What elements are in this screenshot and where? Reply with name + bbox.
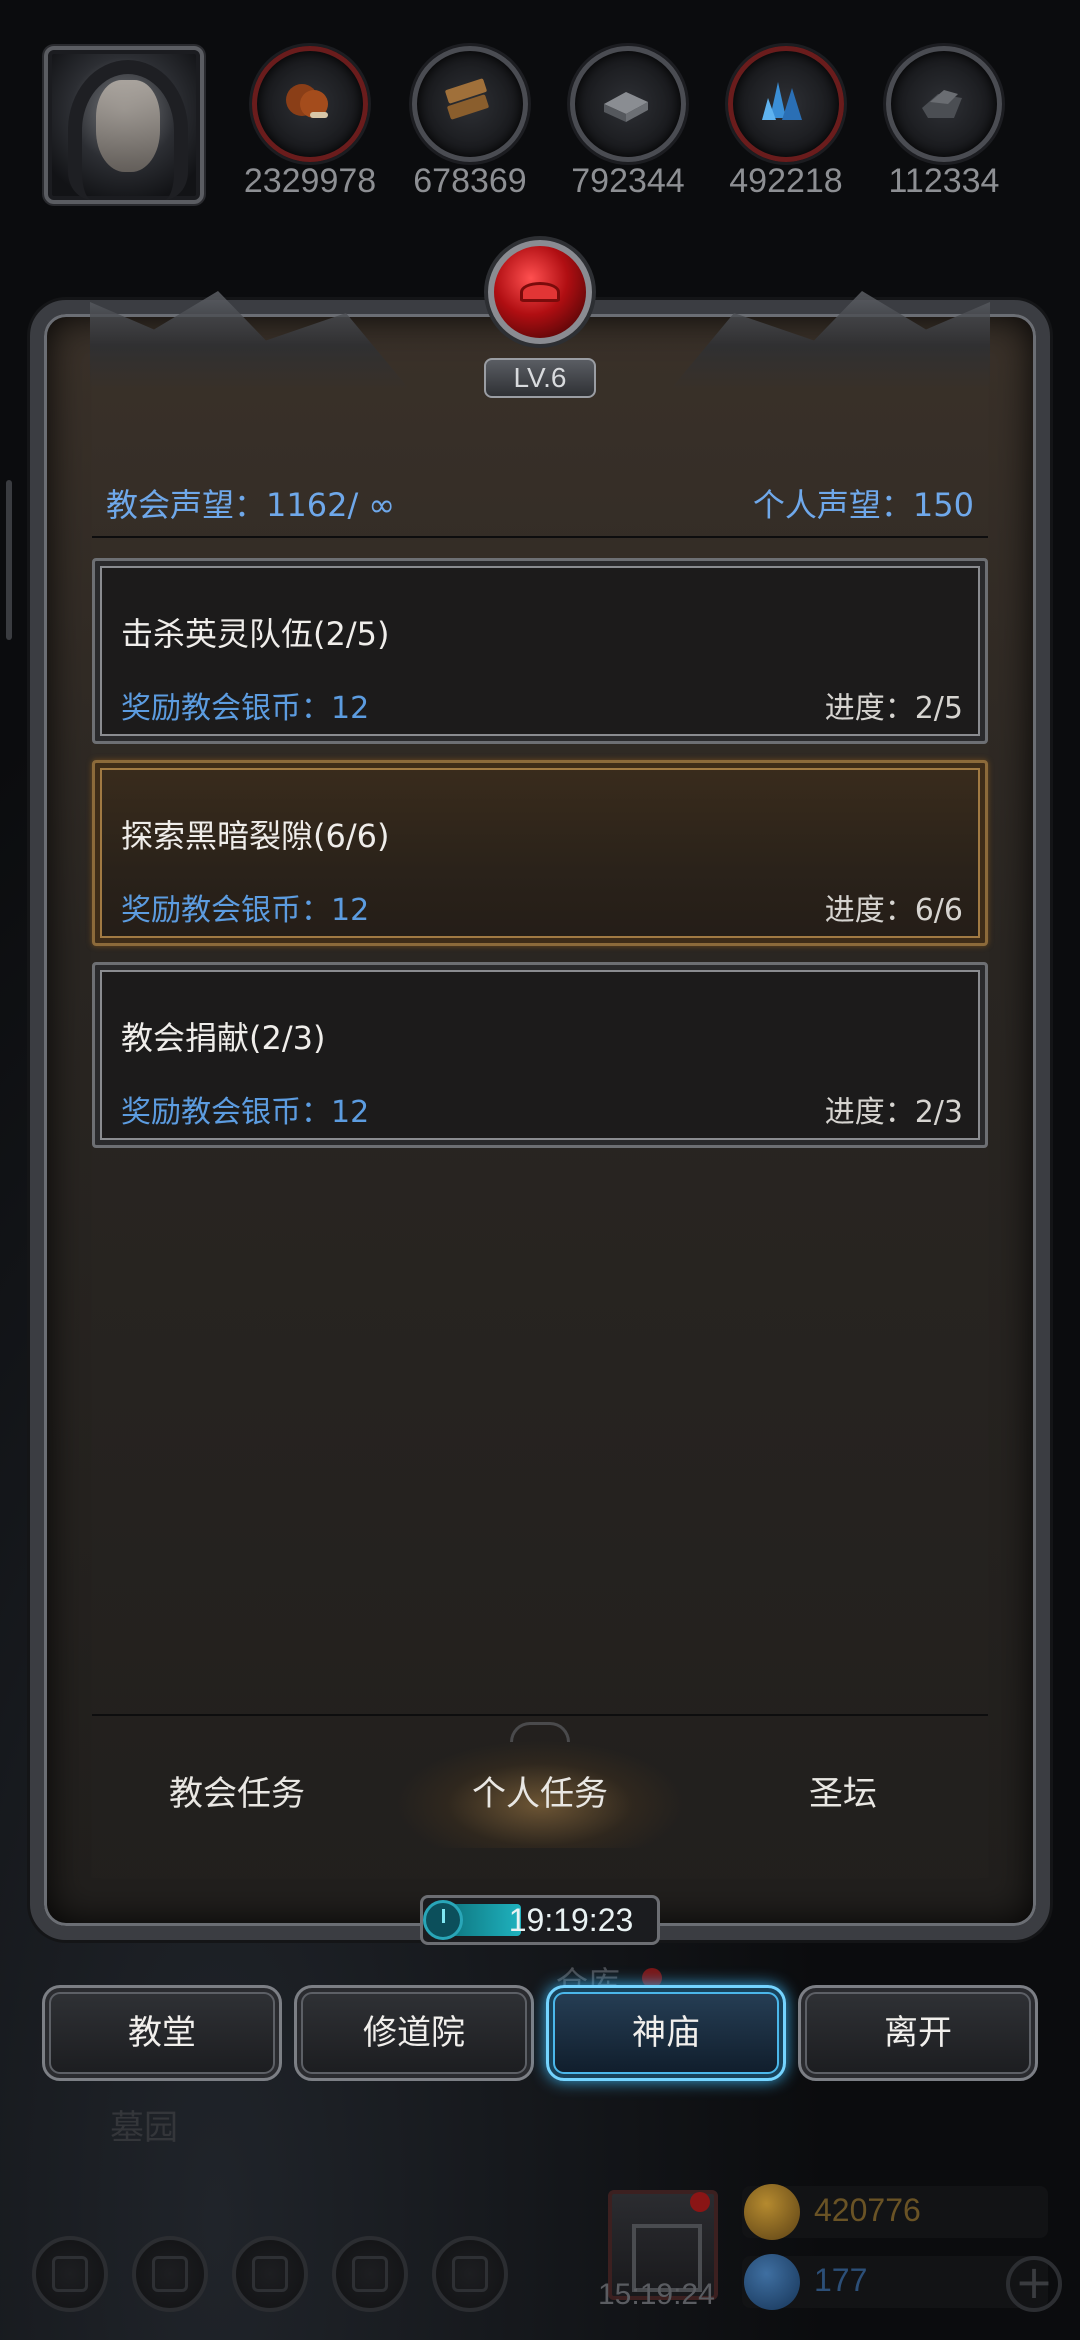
task-card-selected[interactable]: 探索黑暗裂隙(6/6) 奖励教会银币：12 进度：6/6 <box>92 760 988 946</box>
task-title: 探索黑暗裂隙(6/6) <box>121 817 390 855</box>
resource-wood[interactable]: 678369 <box>410 46 530 206</box>
resource-value: 792344 <box>571 162 685 200</box>
notification-dot <box>690 2192 710 2212</box>
timer-text: 19:19:23 <box>508 1902 634 1938</box>
add-currency-button[interactable]: + <box>1006 2256 1062 2312</box>
wood-icon <box>445 78 489 120</box>
tab-altar[interactable]: 圣坛 <box>698 1740 988 1848</box>
resource-value: 112334 <box>888 162 1000 200</box>
settings-icon[interactable] <box>32 2236 108 2312</box>
star-icon[interactable] <box>132 2236 208 2312</box>
face-shape <box>96 80 160 172</box>
gem-counter[interactable]: 177 <box>742 2254 1048 2310</box>
scroll-indicator[interactable] <box>6 480 12 640</box>
nav-temple-button[interactable]: 神庙 <box>546 1985 786 2081</box>
resource-crystal[interactable]: 492218 <box>726 46 846 206</box>
nav-monastery-button[interactable]: 修道院 <box>294 1985 534 2081</box>
gift-timer: 15:19:24 <box>598 2278 715 2311</box>
meat-icon <box>286 84 328 118</box>
building-nav: 教堂 修道院 神庙 离开 <box>0 1985 1080 2095</box>
task-reward: 奖励教会银币：12 <box>121 691 370 726</box>
resource-value: 678369 <box>413 162 527 200</box>
refresh-timer: 19:19:23 <box>420 1895 660 1945</box>
task-progress: 进度：6/6 <box>824 893 963 928</box>
castle-icon[interactable] <box>232 2236 308 2312</box>
church-task-panel: LV.6 教会声望：1162/ ∞ 个人声望：150 击杀英灵队伍(2/5) 奖… <box>30 240 1050 1945</box>
task-progress: 进度：2/5 <box>824 691 963 726</box>
task-title: 教会捐献(2/3) <box>121 1019 326 1057</box>
crystal-icon <box>762 82 802 120</box>
divider <box>92 1714 988 1716</box>
gem-icon <box>744 2254 800 2310</box>
cemetery-label[interactable]: 墓园 <box>110 2100 178 2149</box>
iron-icon <box>604 92 648 122</box>
resource-meat[interactable]: 2329978 <box>244 46 376 206</box>
player-avatar[interactable] <box>44 46 204 204</box>
task-reward: 奖励教会银币：12 <box>121 893 370 928</box>
task-card[interactable]: 教会捐献(2/3) 奖励教会银币：12 进度：2/3 <box>92 962 988 1148</box>
divider <box>92 536 988 538</box>
crest-emblem <box>520 282 560 302</box>
task-reward: 奖励教会银币：12 <box>121 1095 370 1130</box>
nav-leave-button[interactable]: 离开 <box>798 1985 1038 2081</box>
task-card[interactable]: 击杀英灵队伍(2/5) 奖励教会银币：12 进度：2/5 <box>92 558 988 744</box>
church-reputation: 教会声望：1162/ ∞ <box>106 486 396 524</box>
resource-value: 2329978 <box>243 162 377 200</box>
tab-ornament <box>510 1722 570 1742</box>
task-tabs: 教会任务 个人任务 圣坛 <box>92 1722 988 1848</box>
dragon-wing-right-decoration <box>670 291 990 390</box>
map-icon[interactable] <box>432 2236 508 2312</box>
dragon-wing-left-decoration <box>90 280 410 390</box>
gold-counter[interactable]: 420776 <box>742 2184 1048 2240</box>
task-progress: 进度：2/3 <box>824 1095 963 1130</box>
task-title: 击杀英灵队伍(2/5) <box>121 615 390 653</box>
nav-church-button[interactable]: 教堂 <box>42 1985 282 2081</box>
resource-value: 492218 <box>729 162 843 200</box>
tab-church-tasks[interactable]: 教会任务 <box>92 1740 382 1848</box>
stone-icon <box>922 90 962 118</box>
resource-iron[interactable]: 792344 <box>568 46 688 206</box>
gem-value: 177 <box>814 2262 868 2298</box>
clock-icon <box>423 1900 463 1940</box>
mail-icon[interactable] <box>332 2236 408 2312</box>
resource-bar: 2329978 678369 792344 492218 112334 <box>0 0 1080 230</box>
tab-personal-tasks[interactable]: 个人任务 <box>395 1740 685 1848</box>
gold-value: 420776 <box>814 2192 921 2228</box>
personal-reputation: 个人声望：150 <box>752 486 974 524</box>
level-badge: LV.6 <box>484 358 596 398</box>
resource-stone[interactable]: 112334 <box>884 46 1004 206</box>
church-crest-icon <box>488 240 592 344</box>
task-list: 击杀英灵队伍(2/5) 奖励教会银币：12 进度：2/5 探索黑暗裂隙(6/6)… <box>92 558 988 1164</box>
gold-coin-icon <box>744 2184 800 2240</box>
reputation-row: 教会声望：1162/ ∞ 个人声望：150 <box>106 480 974 530</box>
